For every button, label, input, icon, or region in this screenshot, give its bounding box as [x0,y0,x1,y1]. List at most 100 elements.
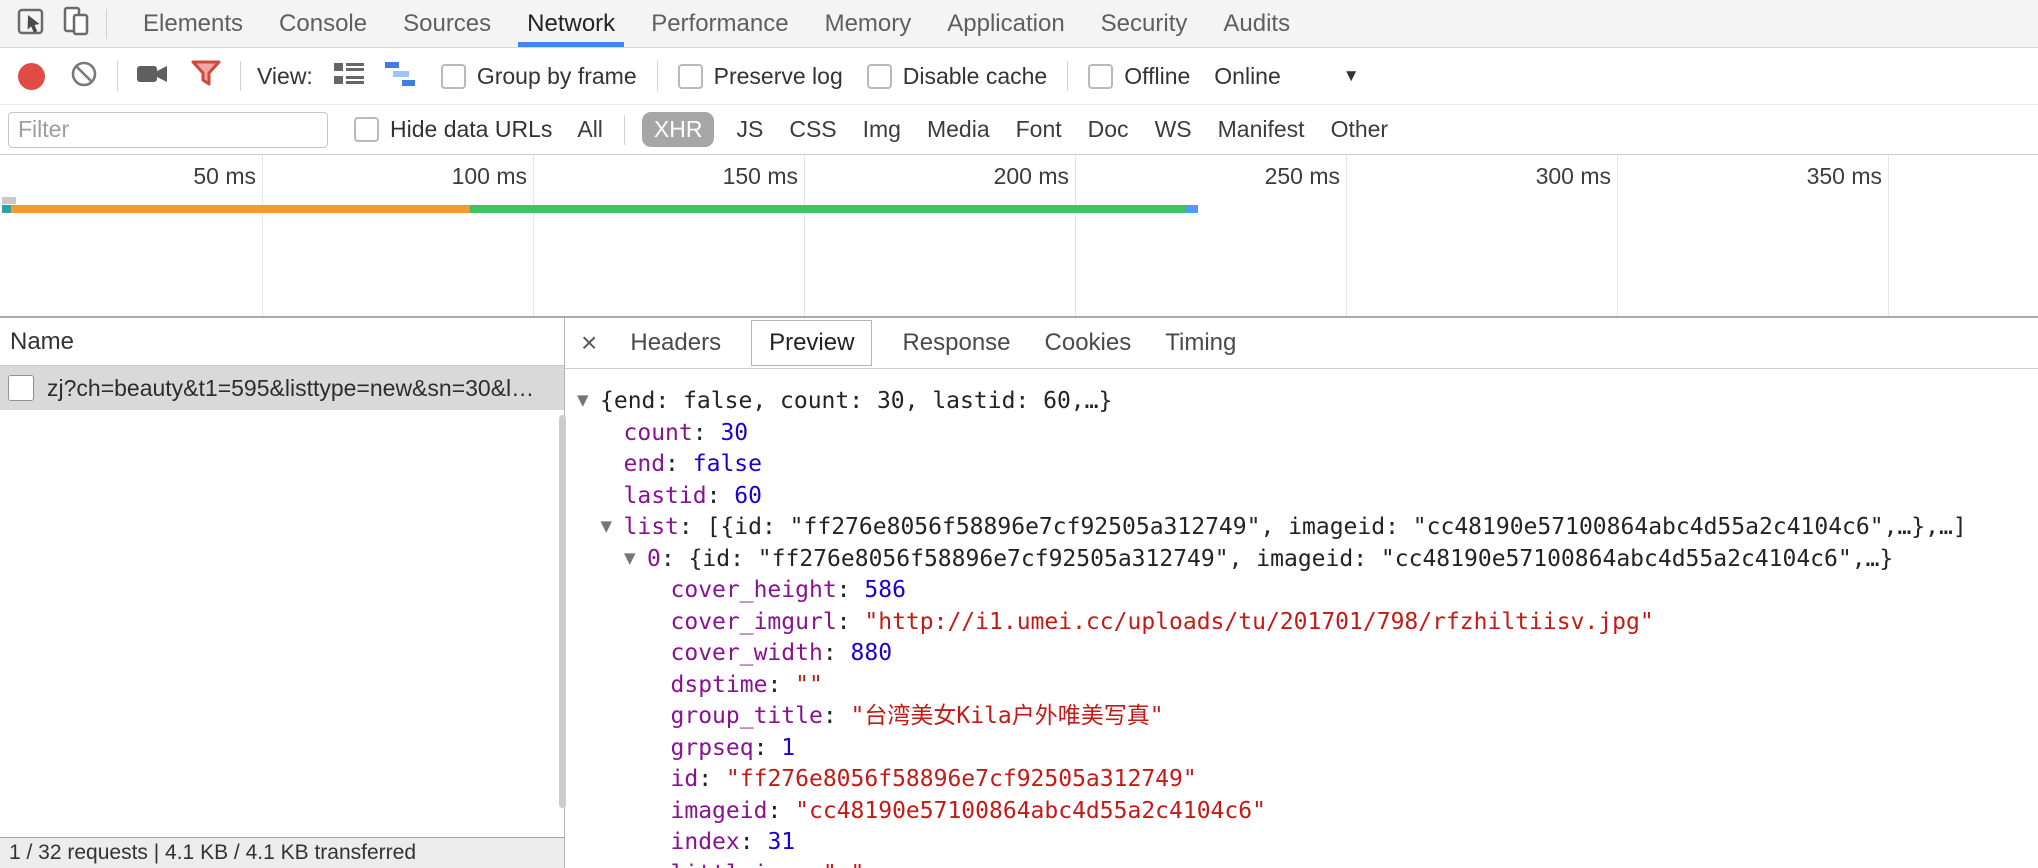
disable-cache-checkbox[interactable] [867,64,892,89]
clear-button[interactable] [69,59,99,94]
device-toolbar-button[interactable] [54,0,98,47]
disable-cache-label: Disable cache [903,63,1047,90]
preserve-log-checkbox[interactable] [678,64,703,89]
filter-type-img[interactable]: Img [863,116,901,143]
tab-performance[interactable]: Performance [642,0,797,47]
preview-tree-row[interactable]: ▼list: [{id: "ff276e8056f58896e7cf92505a… [565,512,2038,544]
view-list-icon [333,61,365,92]
detail-tab-cookies[interactable]: Cookies [1043,319,1134,367]
json-key: list [624,514,679,540]
tab-application[interactable]: Application [938,0,1073,47]
preview-tree-row[interactable]: lastid: 60 [565,481,2038,513]
json-text: : [837,577,865,603]
json-text: : [698,766,726,792]
preview-tree-row[interactable]: end: false [565,449,2038,481]
preview-tree-row[interactable]: ▼{end: false, count: 30, lastid: 60,…} [565,386,2038,418]
group-by-frame-checkbox[interactable] [441,64,466,89]
ruler-gridline [262,155,263,316]
preview-tree-row[interactable]: count: 30 [565,418,2038,450]
json-preview-tree: ▼{end: false, count: 30, lastid: 60,…}co… [565,369,2038,868]
timeline-overview[interactable]: 50 ms100 ms150 ms200 ms250 ms300 ms350 m… [0,155,2038,318]
detail-tab-response[interactable]: Response [900,319,1012,367]
filter-type-js[interactable]: JS [736,116,763,143]
scrollbar-thumb[interactable] [559,415,566,808]
json-key: imageid [671,798,768,824]
overview-segment-blue [1185,205,1198,213]
tab-audits[interactable]: Audits [1214,0,1299,47]
detail-tab-timing[interactable]: Timing [1163,319,1238,367]
expand-triangle-icon[interactable]: ▼ [577,385,600,417]
filter-type-all[interactable]: All [577,116,603,143]
offline-checkbox[interactable] [1088,64,1113,89]
ruler-tick-label: 50 ms [106,163,256,190]
screenshot-button[interactable] [136,61,170,92]
device-toolbar-icon [59,4,93,43]
preview-tree-row[interactable]: dsptime: "" [565,670,2038,702]
clear-icon [69,59,99,94]
preview-tree-row[interactable]: cover_width: 880 [565,638,2038,670]
json-string: "" [795,672,823,698]
filter-type-manifest[interactable]: Manifest [1218,116,1305,143]
preview-tree-row[interactable]: ▼littleimg: "…" [565,859,2038,868]
filter-type-css[interactable]: CSS [789,116,836,143]
request-row[interactable]: zj?ch=beauty&t1=595&listtype=new&sn=30&l… [0,366,564,410]
request-row-checkbox[interactable] [8,375,34,401]
preview-tree-row[interactable]: cover_imgurl: "http://i1.umei.cc/uploads… [565,607,2038,639]
detail-tabs: Headers Preview Response Cookies Timing [613,318,1253,368]
close-icon[interactable]: × [581,329,597,357]
expand-triangle-icon[interactable]: ▼ [624,543,647,575]
preview-tree-row[interactable]: imageid: "cc48190e57100864abc4d55a2c4104… [565,796,2038,828]
json-key: 0 [647,546,661,572]
preview-tree-row[interactable]: ▼0: {id: "ff276e8056f58896e7cf92505a3127… [565,544,2038,576]
hide-data-urls-checkbox[interactable] [354,117,379,142]
tab-console[interactable]: Console [270,0,376,47]
filter-type-xhr[interactable]: XHR [642,112,715,147]
ruler-tick-label: 100 ms [377,163,527,190]
json-number: 1 [781,735,795,761]
overview-request-bar-small [2,197,16,204]
tab-network[interactable]: Network [518,0,624,47]
filter-type-other[interactable]: Other [1331,116,1389,143]
toolbar-divider [657,61,658,91]
expand-triangle-icon[interactable]: ▼ [648,858,671,868]
preserve-log-label: Preserve log [714,63,843,90]
throttling-select[interactable]: Online ▼ [1214,63,1359,90]
toolbar-divider [240,61,241,91]
ruler-gridline [533,155,534,316]
preview-tree-row[interactable]: grpseq: 1 [565,733,2038,765]
json-key: count [624,420,693,446]
preview-tree-row[interactable]: id: "ff276e8056f58896e7cf92505a312749" [565,764,2038,796]
filter-type-ws[interactable]: WS [1155,116,1192,143]
inspect-element-button[interactable] [10,0,54,47]
tab-security[interactable]: Security [1092,0,1197,47]
expand-triangle-icon[interactable]: ▼ [601,511,624,543]
large-rows-toggle[interactable] [333,61,365,92]
json-string: "http://i1.umei.cc/uploads/tu/201701/798… [864,609,1653,635]
name-column-header[interactable]: Name [0,318,564,366]
overview-toggle[interactable] [385,61,419,92]
json-text: : [707,483,735,509]
json-number: 60 [734,483,762,509]
filter-type-doc[interactable]: Doc [1088,116,1129,143]
request-name: zj?ch=beauty&t1=595&listtype=new&sn=30&l… [47,375,534,402]
filter-input[interactable] [8,112,328,148]
inspect-icon [15,4,49,43]
detail-tab-headers[interactable]: Headers [628,319,723,367]
preview-tree-row[interactable]: group_title: "台湾美女Kila户外唯美写真" [565,701,2038,733]
preview-tree-row[interactable]: cover_height: 586 [565,575,2038,607]
tab-elements[interactable]: Elements [134,0,252,47]
json-key: dsptime [671,672,768,698]
record-button[interactable] [18,63,45,90]
overview-segment-orange [11,205,470,213]
tab-memory[interactable]: Memory [816,0,921,47]
preview-tree-row[interactable]: index: 31 [565,827,2038,859]
tab-sources[interactable]: Sources [394,0,500,47]
ruler-gridline [1888,155,1889,316]
filter-type-media[interactable]: Media [927,116,990,143]
filter-toggle-button[interactable] [190,60,222,93]
name-column-label: Name [10,328,74,356]
devtools-window: Elements Console Sources Network Performance… [0,0,2038,868]
json-key: cover_height [671,577,837,603]
filter-type-font[interactable]: Font [1016,116,1062,143]
detail-tab-preview[interactable]: Preview [751,320,872,366]
